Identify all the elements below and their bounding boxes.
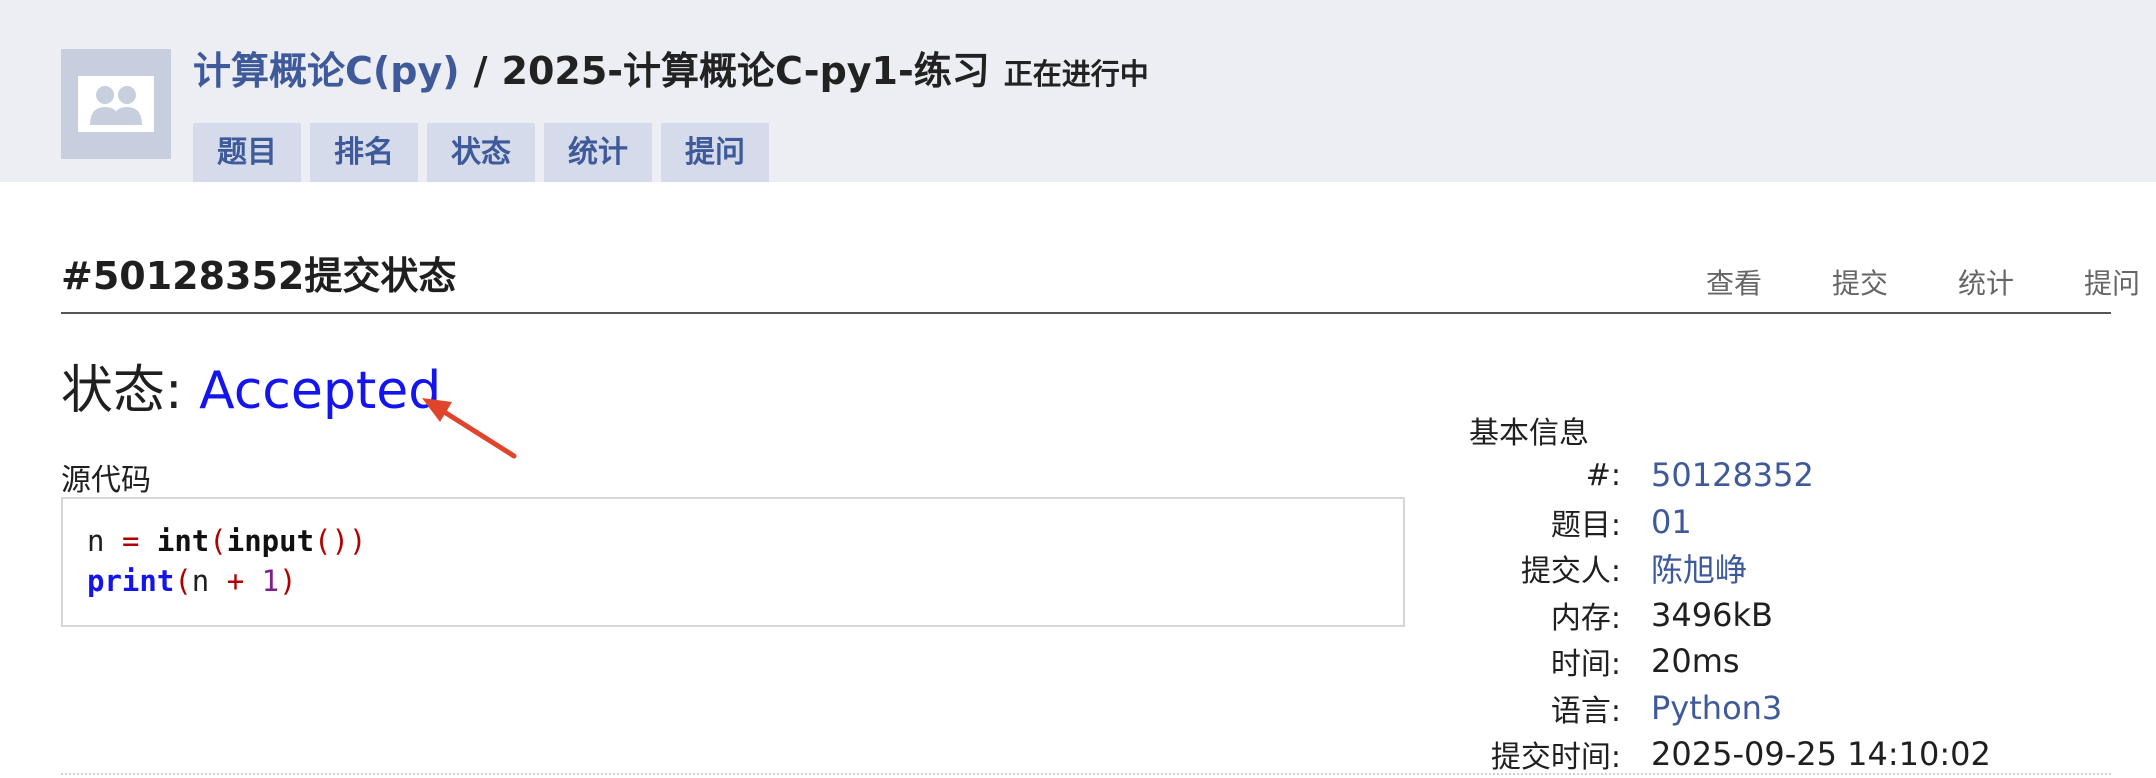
- info-key: 内存:: [1550, 600, 1621, 636]
- status-value: Accepted: [199, 361, 442, 421]
- code-var: n: [191, 564, 210, 598]
- title-separator: /: [473, 49, 488, 93]
- submission-id-link[interactable]: 50128352: [1651, 456, 1814, 494]
- bottom-divider: [61, 773, 2111, 775]
- source-code-label: 源代码: [61, 463, 151, 498]
- contest-tabs: 题目 排名 状态 统计 提问: [193, 123, 778, 182]
- submission-actions: 查看 提交 统计 提问: [1636, 262, 2140, 302]
- code-number: 1: [261, 564, 280, 598]
- code-operator: +: [226, 564, 245, 598]
- tab-questions[interactable]: 提问: [661, 123, 769, 182]
- info-row-submit-time: 提交时间: 2025-09-25 14:10:02: [1469, 731, 1991, 778]
- status-line: 状态: Accepted: [61, 348, 441, 423]
- red-arrow-icon: [422, 398, 517, 459]
- contest-status: 正在进行中: [1003, 57, 1149, 91]
- view-link[interactable]: 查看: [1706, 262, 1762, 302]
- tab-status[interactable]: 状态: [427, 123, 535, 182]
- title-divider: [61, 312, 2111, 314]
- code-paren: (: [174, 564, 192, 598]
- tab-ranking[interactable]: 排名: [310, 123, 418, 182]
- submit-link[interactable]: 提交: [1832, 262, 1888, 302]
- page-title: #50128352提交状态: [61, 254, 457, 298]
- info-key: 提交时间:: [1490, 740, 1621, 776]
- group-avatar-icon[interactable]: [61, 49, 171, 159]
- contest-title: 计算概论C(py) / 2025-计算概论C-py1-练习 正在进行中: [193, 40, 1149, 110]
- code-var: n: [87, 524, 105, 558]
- info-key: 题目:: [1550, 507, 1621, 543]
- basic-info-table: #: 50128352 题目: 01 提交人: 陈旭峥 内存: 3496kB 时…: [1469, 452, 1991, 778]
- memory-value: 3496kB: [1651, 595, 1773, 634]
- code-keyword: print: [87, 564, 175, 598]
- problem-link[interactable]: 01: [1651, 503, 1692, 541]
- submit-time-value: 2025-09-25 14:10:02: [1651, 735, 1991, 774]
- info-key: 提交人:: [1520, 554, 1621, 590]
- time-value: 20ms: [1651, 642, 1740, 681]
- info-key: 时间:: [1550, 647, 1621, 683]
- course-link[interactable]: 计算概论C(py): [193, 40, 460, 95]
- language-link[interactable]: Python3: [1651, 689, 1782, 727]
- info-row-id: #: 50128352: [1469, 452, 1991, 499]
- code-builtin: input: [226, 524, 315, 558]
- code-paren: (: [209, 524, 227, 558]
- info-row-time: 时间: 20ms: [1469, 638, 1991, 685]
- code-paren: ): [279, 564, 297, 598]
- info-row-language: 语言: Python3: [1469, 685, 1991, 732]
- info-key: 语言:: [1550, 693, 1621, 729]
- code-operator: =: [121, 524, 140, 558]
- question-link[interactable]: 提问: [2084, 262, 2140, 302]
- basic-info-title: 基本信息: [1469, 416, 1589, 451]
- submitter-link[interactable]: 陈旭峥: [1651, 545, 1747, 591]
- code-builtin: int: [156, 524, 210, 558]
- info-row-memory: 内存: 3496kB: [1469, 592, 1991, 639]
- tab-problems[interactable]: 题目: [193, 123, 301, 182]
- tab-statistics[interactable]: 统计: [544, 123, 652, 182]
- info-row-submitter: 提交人: 陈旭峥: [1469, 545, 1991, 592]
- source-code-block[interactable]: n = int(input()) print(n + 1): [61, 497, 1405, 627]
- status-label: 状态:: [61, 361, 183, 421]
- contest-name: 2025-计算概论C-py1-练习: [501, 49, 990, 93]
- code-paren: ()): [314, 524, 367, 558]
- statistics-link[interactable]: 统计: [1958, 262, 2014, 302]
- info-key: #:: [1585, 457, 1621, 493]
- contest-header: 计算概论C(py) / 2025-计算概论C-py1-练习 正在进行中 题目 排…: [0, 0, 2156, 182]
- info-row-problem: 题目: 01: [1469, 499, 1991, 546]
